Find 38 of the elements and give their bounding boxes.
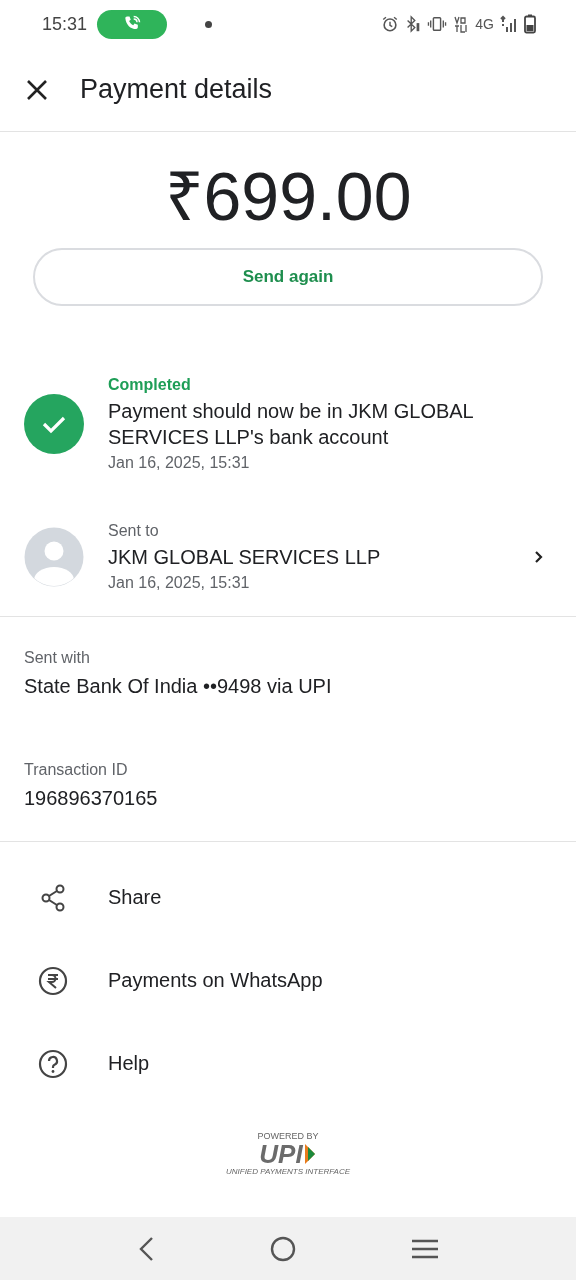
payment-amount: ₹699.00 xyxy=(163,157,413,236)
status-label: Completed xyxy=(108,376,192,394)
help-action[interactable]: Help xyxy=(38,1022,576,1105)
logo-caption: POWERED BY xyxy=(257,1131,319,1141)
upi-logo: UPI xyxy=(259,1141,303,1167)
battery-icon xyxy=(524,14,536,34)
detail-value: 196896370165 xyxy=(24,786,159,811)
rupee-action[interactable]: Payments on WhatsApp xyxy=(38,939,576,1022)
notification-dot xyxy=(205,20,213,28)
call-indicator[interactable] xyxy=(97,9,168,39)
network-type: 4G xyxy=(475,16,494,32)
recipient-row[interactable]: Sent to JKM GLOBAL SERVICES LLP Jan 16, 2025, 15:31 xyxy=(0,522,576,592)
detail-label: Transaction ID xyxy=(24,761,129,779)
recipient-name: JKM GLOBAL SERVICES LLP xyxy=(108,545,382,570)
menu-icon[interactable] xyxy=(410,1237,439,1260)
page-title: Payment details xyxy=(80,74,273,105)
detail-label: Sent with xyxy=(24,649,91,667)
send-again-button[interactable]: Send again xyxy=(33,248,543,306)
person-avatar-icon xyxy=(24,527,84,587)
back-icon[interactable] xyxy=(137,1235,156,1262)
status-message: Payment should now be in JKM GLOBAL SERVICES LLP's bank account xyxy=(108,399,474,450)
signal-icon xyxy=(500,15,518,33)
logo-tagline: UNIFIED PAYMENTS INTERFACE xyxy=(226,1167,350,1176)
share-action[interactable]: Share xyxy=(38,856,576,939)
alarm-icon xyxy=(381,15,400,33)
chevron-right-icon xyxy=(534,550,544,564)
arrow-mark-icon xyxy=(304,1144,317,1164)
vibrate-icon xyxy=(427,15,448,33)
close-icon[interactable] xyxy=(26,78,48,101)
status-time: Jan 16, 2025, 15:31 xyxy=(108,454,251,472)
status-time: 15:31 xyxy=(42,13,88,35)
home-icon[interactable] xyxy=(270,1235,296,1262)
recipient-time: Jan 16, 2025, 15:31 xyxy=(108,574,251,592)
detail-value: State Bank Of India ••9498 via UPI xyxy=(24,674,333,699)
bluetooth-icon xyxy=(405,15,422,33)
rupee-icon xyxy=(38,965,68,996)
help-icon xyxy=(38,1048,68,1079)
recipient-label: Sent to xyxy=(108,522,160,540)
